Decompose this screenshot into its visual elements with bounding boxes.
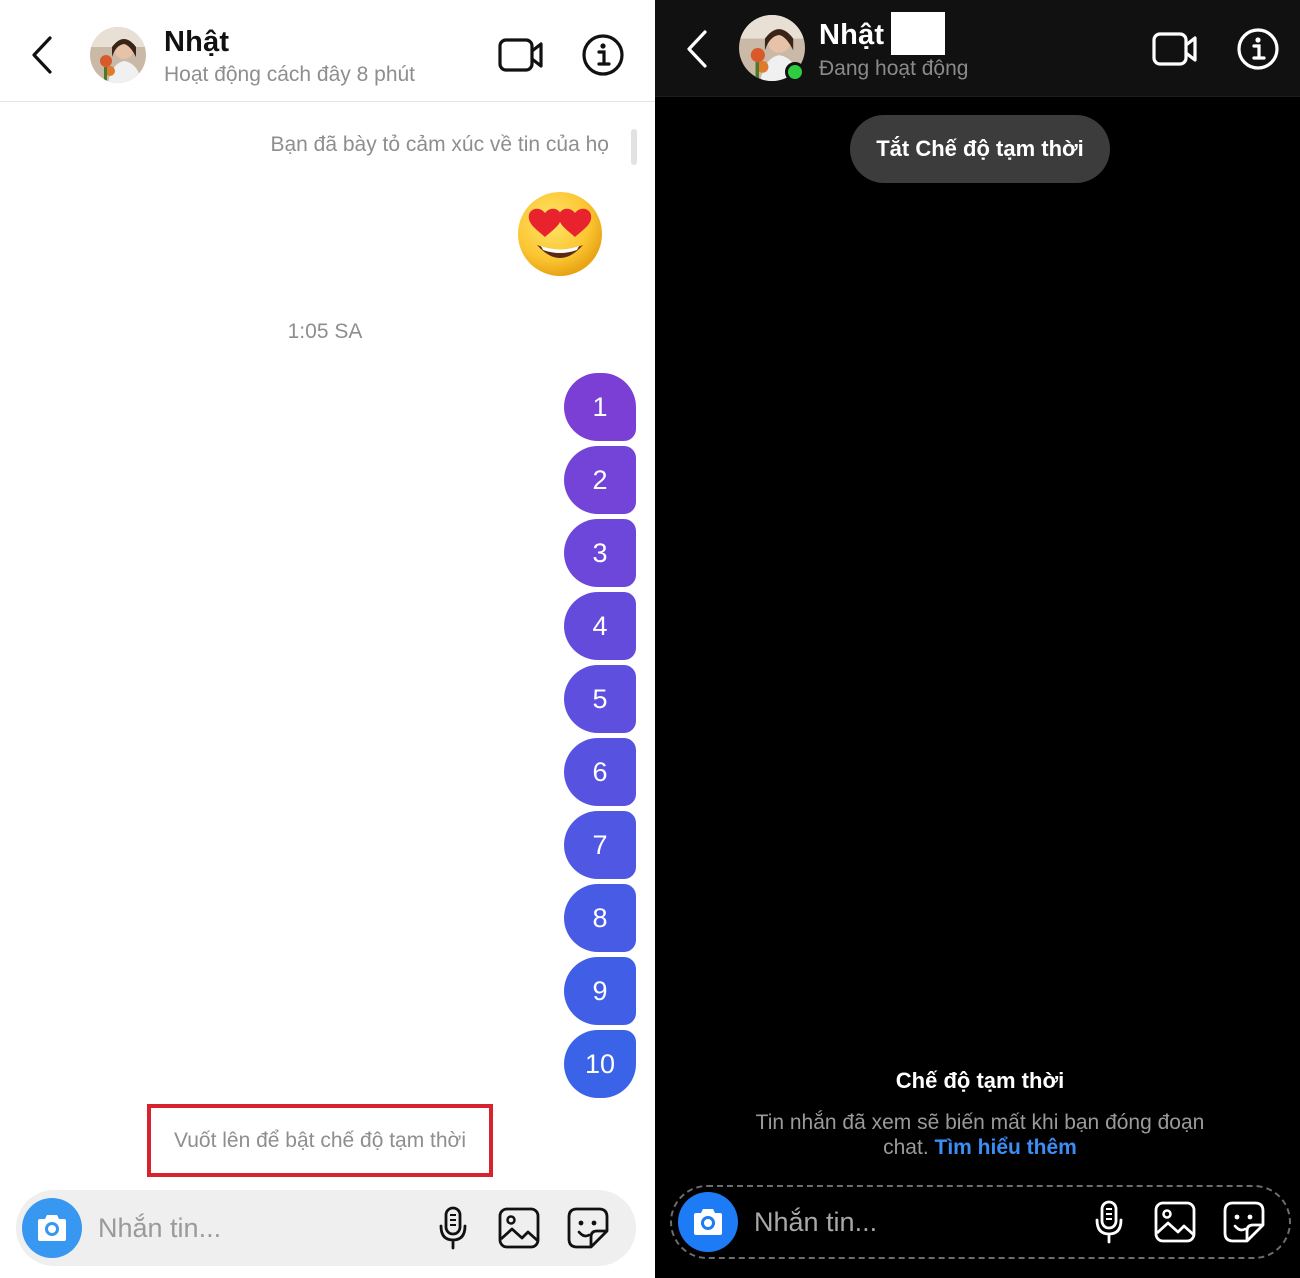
message-bubble[interactable]: 9: [564, 957, 636, 1025]
video-call-button[interactable]: [1151, 25, 1199, 73]
contact-name[interactable]: Nhật: [819, 19, 884, 52]
video-call-button[interactable]: [497, 31, 545, 79]
reaction-note: Bạn đã bày tỏ cảm xúc về tin của họ: [270, 133, 609, 156]
message-bubble[interactable]: 8: [564, 884, 636, 952]
back-button[interactable]: [677, 25, 717, 73]
chevron-left-icon: [687, 30, 707, 68]
online-indicator: [785, 62, 805, 82]
info-icon: [1237, 28, 1279, 70]
activity-status: Hoạt động cách đây 8 phút: [164, 63, 416, 86]
chat-header: Nhật Đang hoạt động: [655, 0, 1300, 97]
info-button[interactable]: [1234, 25, 1282, 73]
image-icon: [1154, 1201, 1196, 1243]
sticker-icon: [567, 1207, 609, 1249]
camera-icon: [38, 1215, 66, 1241]
video-camera-icon: [498, 38, 543, 72]
message-bubble[interactable]: 7: [564, 811, 636, 879]
chat-screen-vanish-mode: Nhật Đang hoạt động Tắt Chế độ tạm thời …: [655, 0, 1300, 1278]
contact-name[interactable]: Nhật: [164, 26, 229, 59]
sticker-button[interactable]: [564, 1204, 612, 1252]
message-composer: Nhắn tin...: [16, 1190, 636, 1266]
camera-icon: [694, 1209, 722, 1235]
vanish-mode-description: Tin nhắn đã xem sẽ biến mất khi bạn đóng…: [755, 1110, 1205, 1160]
message-timestamp: 1:05 SA: [287, 320, 363, 343]
message-input[interactable]: Nhắn tin...: [754, 1187, 877, 1257]
info-icon: [582, 34, 624, 76]
message-bubble[interactable]: 4: [564, 592, 636, 660]
sticker-icon: [1223, 1201, 1265, 1243]
activity-status: Đang hoạt động: [819, 57, 969, 80]
message-bubble[interactable]: 5: [564, 665, 636, 733]
camera-button[interactable]: [678, 1192, 738, 1252]
message-composer: Nhắn tin...: [670, 1185, 1291, 1259]
turn-off-vanish-mode-button[interactable]: Tắt Chế độ tạm thời: [850, 115, 1110, 183]
voice-message-button[interactable]: [1085, 1198, 1133, 1246]
message-bubble[interactable]: 2: [564, 446, 636, 514]
camera-button[interactable]: [22, 1198, 82, 1258]
swipe-up-hint: Vuốt lên để bật chế độ tạm thời: [173, 1128, 466, 1152]
message-bubble[interactable]: 1: [564, 373, 636, 441]
learn-more-link[interactable]: Tìm hiểu thêm: [935, 1136, 1077, 1159]
message-list: 1 2 3 4 5 6 7 8 9 10: [564, 373, 636, 1103]
message-bubble[interactable]: 10: [564, 1030, 636, 1098]
chat-header: Nhật Hoạt động cách đây 8 phút: [0, 0, 655, 102]
voice-message-button[interactable]: [429, 1204, 477, 1252]
chevron-left-icon: [32, 36, 52, 74]
message-bubble[interactable]: 6: [564, 738, 636, 806]
info-button[interactable]: [579, 31, 627, 79]
vanish-mode-title: Chế độ tạm thời: [895, 1068, 1065, 1093]
message-input[interactable]: Nhắn tin...: [98, 1190, 221, 1266]
microphone-icon: [439, 1206, 467, 1250]
heart-eyes-emoji-icon[interactable]: [515, 189, 605, 279]
microphone-icon: [1095, 1200, 1123, 1244]
message-bubble[interactable]: 3: [564, 519, 636, 587]
back-button[interactable]: [22, 31, 62, 79]
gallery-button[interactable]: [1151, 1198, 1199, 1246]
image-icon: [498, 1207, 540, 1249]
redaction-box: [891, 12, 945, 55]
gallery-button[interactable]: [495, 1204, 543, 1252]
sticker-button[interactable]: [1220, 1198, 1268, 1246]
avatar[interactable]: [90, 27, 146, 83]
chat-screen-light: Nhật Hoạt động cách đây 8 phút Bạn đã bà…: [0, 0, 655, 1278]
video-camera-icon: [1152, 32, 1197, 66]
swipe-hint-highlight: Vuốt lên để bật chế độ tạm thời: [147, 1104, 493, 1177]
scrollbar[interactable]: [631, 129, 637, 165]
